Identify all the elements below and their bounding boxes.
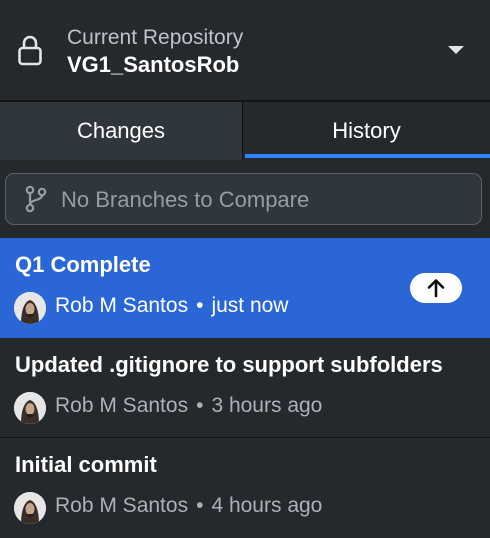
tab-changes[interactable]: Changes (0, 102, 243, 160)
repository-name: VG1_SantosRob (67, 52, 240, 77)
compare-section: No Branches to Compare (0, 160, 490, 238)
commit-time: 4 hours ago (211, 494, 323, 517)
avatar (14, 292, 46, 324)
unpushed-commit-badge (410, 273, 462, 303)
avatar (14, 492, 46, 524)
lock-icon (18, 35, 42, 66)
tab-history[interactable]: History (243, 102, 490, 160)
commit-time: just now (211, 294, 289, 317)
tab-changes-label: Changes (76, 118, 166, 143)
commit-list-item[interactable]: Q1 Complete Rob M Santos • just now (0, 238, 490, 338)
tab-bar: Changes History (0, 102, 490, 160)
commit-meta: Rob M Santos • 3 hours ago (55, 394, 322, 418)
git-branch-icon (25, 185, 47, 213)
commit-title: Q1 Complete (15, 252, 151, 277)
commit-title: Initial commit (15, 452, 157, 477)
commit-list-item[interactable]: Initial commit Rob M Santos • 4 hours ago (0, 438, 490, 538)
caret-down-icon[interactable] (446, 44, 466, 56)
avatar (14, 392, 46, 424)
commit-time: 3 hours ago (211, 394, 323, 417)
commit-meta: Rob M Santos • 4 hours ago (55, 494, 322, 518)
commit-meta: Rob M Santos • just now (55, 294, 288, 318)
compare-placeholder: No Branches to Compare (61, 187, 310, 212)
current-repository-selector[interactable]: Current Repository VG1_SantosRob (0, 0, 490, 102)
commit-list-item[interactable]: Updated .gitignore to support subfolders… (0, 338, 490, 438)
separator-dot: • (196, 494, 204, 517)
repository-caption: Current Repository (67, 26, 244, 49)
commit-author: Rob M Santos (55, 494, 189, 517)
separator-dot: • (196, 394, 204, 417)
separator-dot: • (196, 294, 204, 317)
tab-history-label: History (332, 118, 401, 143)
selected-tab-indicator (245, 154, 490, 158)
commit-author: Rob M Santos (55, 394, 189, 417)
commit-author: Rob M Santos (55, 294, 189, 317)
commit-title: Updated .gitignore to support subfolders (15, 352, 443, 377)
compare-branch-button[interactable]: No Branches to Compare (5, 173, 482, 225)
arrow-up-icon (427, 279, 445, 298)
